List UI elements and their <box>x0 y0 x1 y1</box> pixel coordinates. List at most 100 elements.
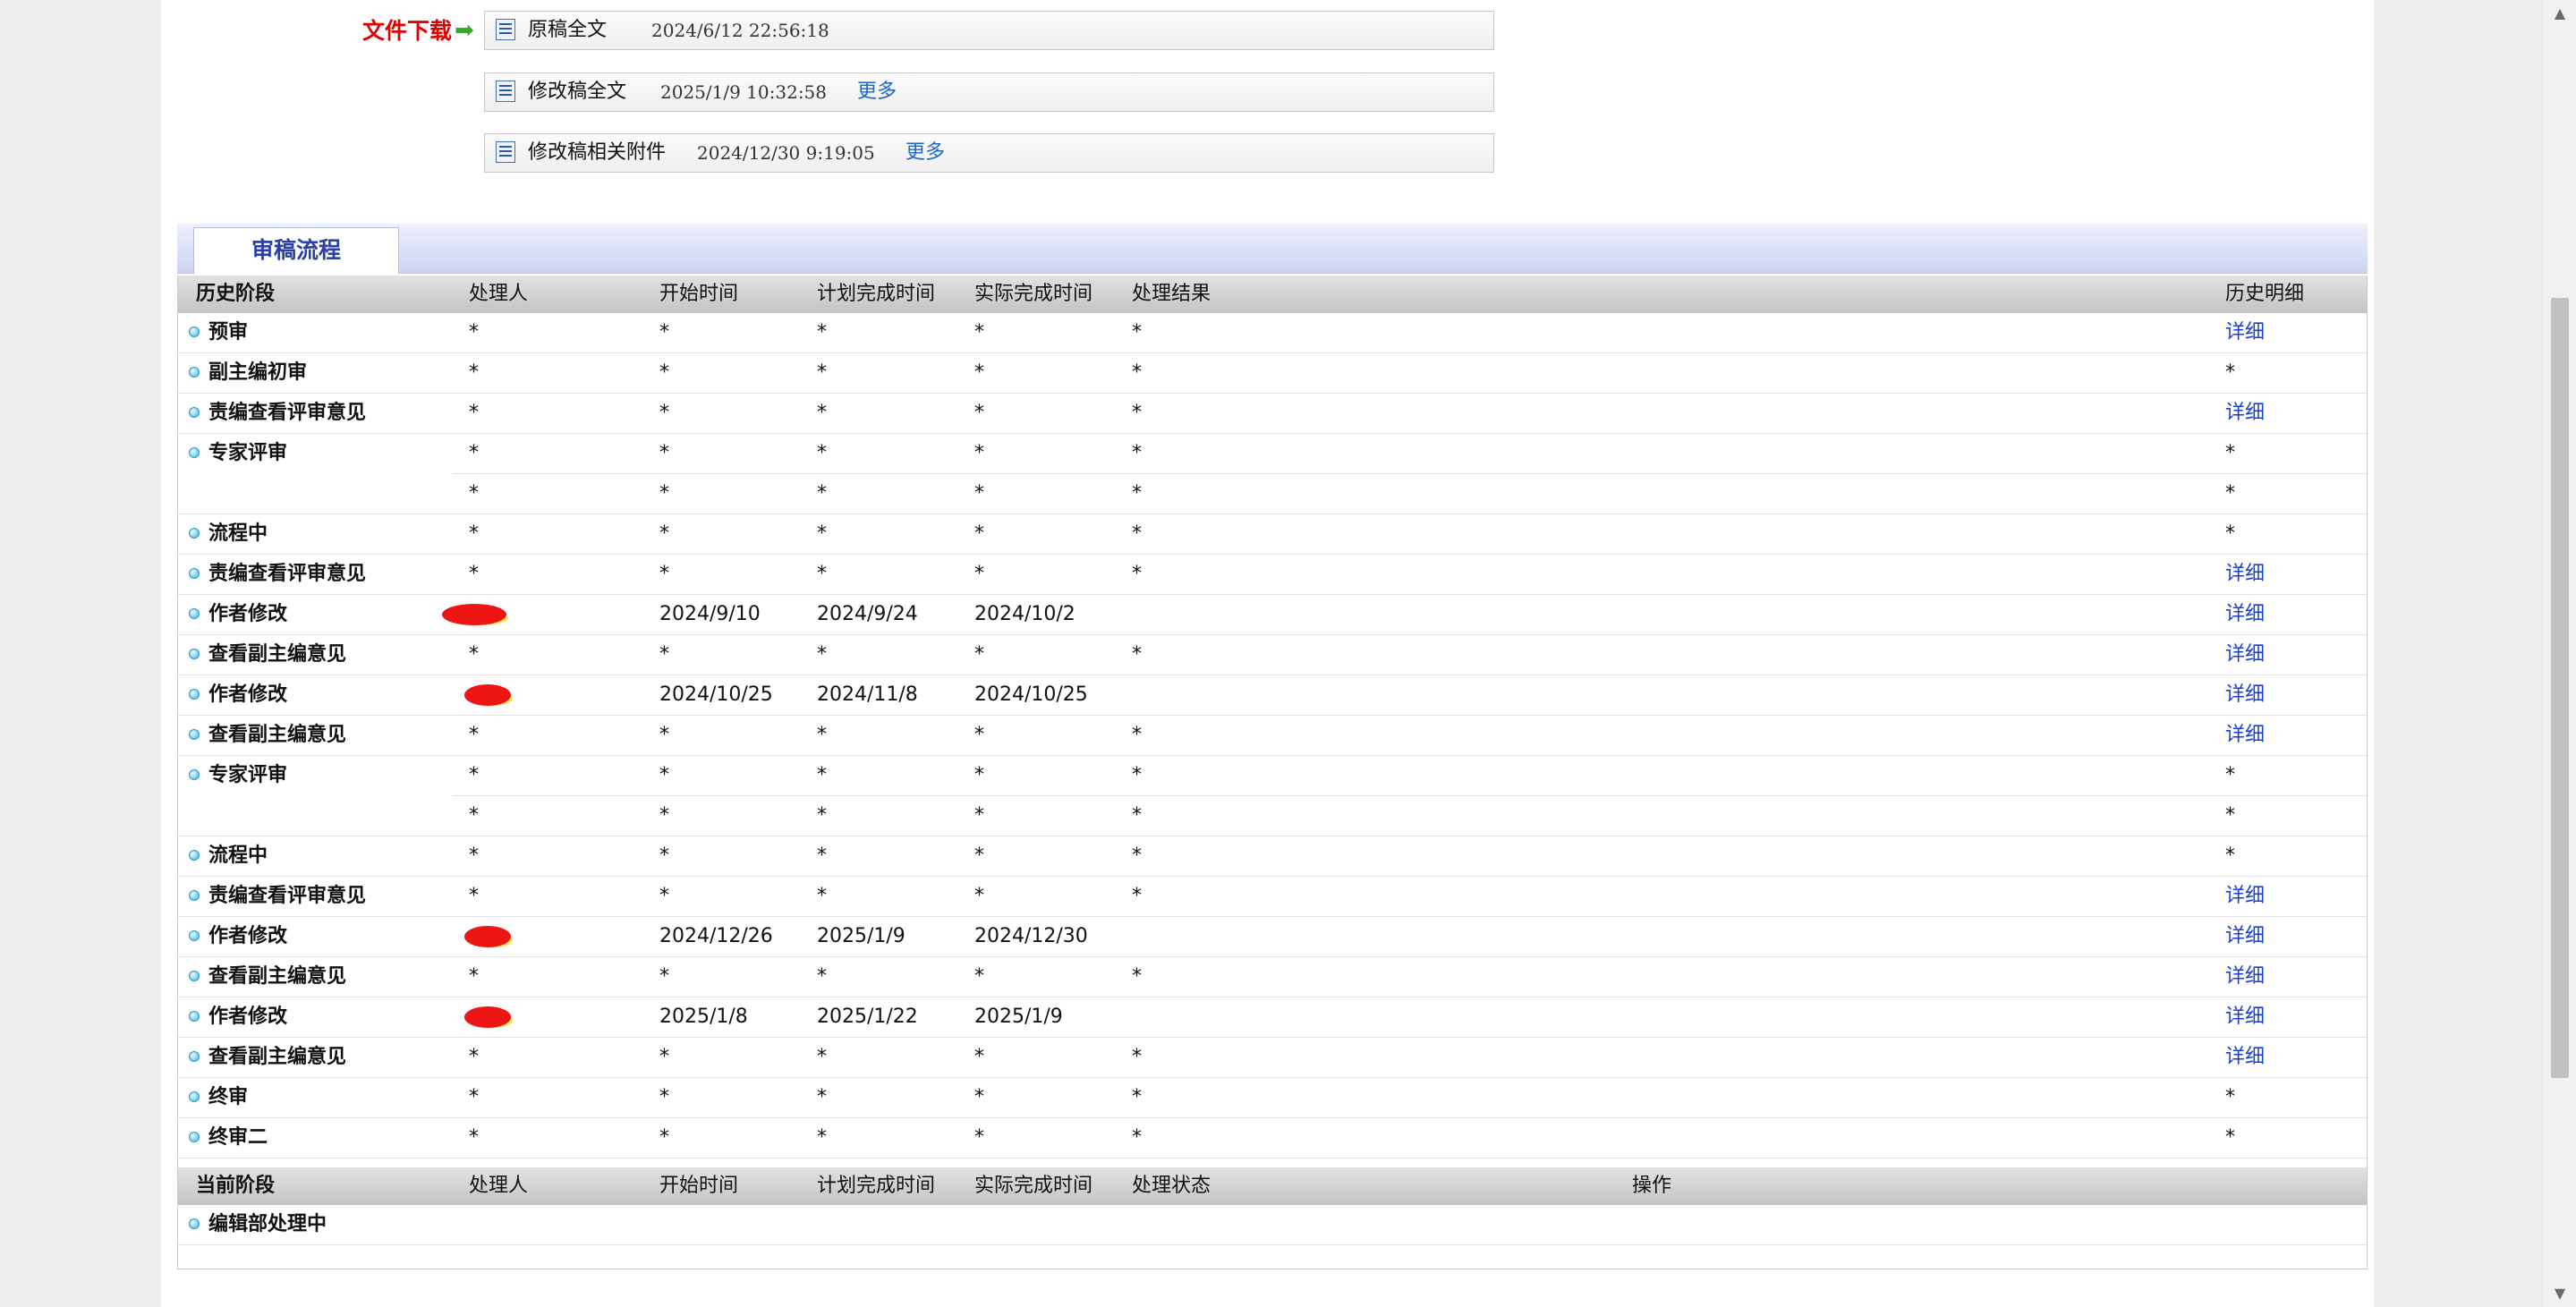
start-time-cell: * <box>659 804 669 827</box>
actual-time-cell: * <box>974 965 984 988</box>
redacted-handler-mark <box>442 604 506 625</box>
result-cell: * <box>1132 724 1142 746</box>
scroll-up-icon[interactable]: ▲ <box>2544 0 2576 27</box>
table-row: 专家评审 * * * * * * <box>178 434 2367 474</box>
stage-name: 作者修改 <box>189 595 287 634</box>
file-name-link[interactable]: 原稿全文 <box>528 12 607 49</box>
plan-time-cell: * <box>817 643 827 666</box>
stage-name: 副主编初审 <box>189 353 307 393</box>
handler-cell: * <box>469 1126 479 1149</box>
result-cell: * <box>1132 885 1142 907</box>
stage-name: 作者修改 <box>189 675 287 715</box>
actual-time-cell: * <box>974 361 984 384</box>
plan-time-cell: * <box>817 321 827 344</box>
actual-time-cell: 2024/12/30 <box>974 925 1088 947</box>
start-time-cell: * <box>659 885 669 907</box>
result-cell: * <box>1132 804 1142 827</box>
table-row: 责编查看评审意见 * * * * * 详细 <box>178 877 2367 917</box>
file-download-label: 文件下载 <box>362 18 453 44</box>
bullet-icon <box>189 1218 200 1229</box>
stage-label: 查看副主编意见 <box>208 1046 347 1068</box>
actual-time-cell: * <box>974 1126 984 1149</box>
detail-cell: * <box>2225 1086 2235 1108</box>
table-row: 作者修改 2024/12/26 2025/1/9 2024/12/30 详细 <box>178 917 2367 957</box>
detail-link[interactable]: 详细 <box>2225 635 2265 675</box>
detail-link[interactable]: 详细 <box>2225 555 2265 594</box>
col-header-plan: 计划完成时间 <box>817 283 936 305</box>
table-row: 终审二 * * * * * * <box>178 1118 2367 1158</box>
stage-label: 责编查看评审意见 <box>208 402 367 424</box>
plan-time-cell: * <box>817 1126 827 1149</box>
start-time-cell: * <box>659 764 669 786</box>
more-link[interactable]: 更多 <box>857 73 897 111</box>
handler-cell: * <box>469 442 479 464</box>
table-row: 副主编初审 * * * * * * <box>178 353 2367 394</box>
table-row: 查看副主编意见 * * * * * 详细 <box>178 716 2367 756</box>
stage-name: 专家评审 <box>189 434 287 473</box>
bullet-icon <box>189 929 200 941</box>
handler-cell: * <box>469 1086 479 1108</box>
detail-link[interactable]: 详细 <box>2225 1038 2265 1077</box>
vertical-scrollbar[interactable]: ▲ ▼ <box>2544 0 2576 1307</box>
result-cell: * <box>1132 844 1142 867</box>
col-header-actual: 实际完成时间 <box>974 283 1093 305</box>
stage-label: 终审二 <box>208 1126 268 1149</box>
result-cell: * <box>1132 1126 1142 1149</box>
plan-time-cell: * <box>817 724 827 746</box>
plan-time-cell: 2025/1/9 <box>817 925 905 947</box>
detail-link[interactable]: 详细 <box>2225 957 2265 997</box>
green-arrow-icon: ➡ <box>455 17 474 44</box>
detail-link[interactable]: 详细 <box>2225 917 2265 956</box>
result-cell: * <box>1132 643 1142 666</box>
scrollbar-thumb[interactable] <box>2551 298 2569 1078</box>
more-link[interactable]: 更多 <box>905 134 945 172</box>
table-row: 责编查看评审意见 * * * * * 详细 <box>178 394 2367 434</box>
table-row: 责编查看评审意见 * * * * * 详细 <box>178 555 2367 595</box>
tab-review-process[interactable]: 审稿流程 <box>193 227 399 274</box>
bullet-icon <box>189 406 200 418</box>
handler-cell: * <box>469 563 479 585</box>
detail-link[interactable]: 详细 <box>2225 716 2265 755</box>
detail-link[interactable]: 详细 <box>2225 313 2265 352</box>
start-time-cell: * <box>659 724 669 746</box>
start-time-cell: * <box>659 1086 669 1108</box>
file-name-link[interactable]: 修改稿全文 <box>528 73 626 111</box>
handler-cell: * <box>469 522 479 545</box>
result-cell: * <box>1132 1046 1142 1068</box>
plan-time-cell: 2025/1/22 <box>817 1006 918 1028</box>
actual-time-cell: * <box>974 643 984 666</box>
actual-time-cell: * <box>974 563 984 585</box>
start-time-cell: 2024/10/25 <box>659 683 773 706</box>
redacted-handler-mark <box>464 926 511 947</box>
start-time-cell: 2024/12/26 <box>659 925 773 947</box>
detail-link[interactable]: 详细 <box>2225 394 2265 433</box>
history-header-row: 历史阶段 处理人 开始时间 计划完成时间 实际完成时间 处理结果 历史明细 <box>178 276 2367 313</box>
stage-name: 编辑部处理中 <box>189 1205 327 1244</box>
stage-label: 作者修改 <box>208 683 288 706</box>
bullet-icon <box>189 768 200 780</box>
file-time: 2024/6/12 22:56:18 <box>651 20 829 41</box>
col-header-handler: 处理人 <box>469 1175 529 1197</box>
actual-time-cell: 2025/1/9 <box>974 1006 1063 1028</box>
handler-cell: * <box>469 844 479 867</box>
bullet-icon <box>189 728 200 740</box>
start-time-cell: * <box>659 522 669 545</box>
current-header-row: 当前阶段 处理人 开始时间 计划完成时间 实际完成时间 处理状态 操作 <box>178 1167 2367 1205</box>
detail-link[interactable]: 详细 <box>2225 997 2265 1037</box>
file-name-link[interactable]: 修改稿相关附件 <box>528 134 666 172</box>
actual-time-cell: * <box>974 522 984 545</box>
detail-link[interactable]: 详细 <box>2225 877 2265 916</box>
detail-link[interactable]: 详细 <box>2225 595 2265 634</box>
col-header-status: 处理状态 <box>1132 1175 1211 1197</box>
plan-time-cell: * <box>817 764 827 786</box>
bullet-icon <box>189 849 200 861</box>
scroll-down-icon[interactable]: ▼ <box>2544 1280 2576 1307</box>
table-row: 流程中 * * * * * * <box>178 836 2367 877</box>
detail-link[interactable]: 详细 <box>2225 675 2265 715</box>
plan-time-cell: * <box>817 885 827 907</box>
col-header-operation: 操作 <box>1632 1175 1672 1197</box>
file-item-attachments: 修改稿相关附件 2024/12/30 9:19:05 更多 <box>484 133 1494 173</box>
col-header-result: 处理结果 <box>1132 283 1211 305</box>
start-time-cell: * <box>659 1126 669 1149</box>
result-cell: * <box>1132 1086 1142 1108</box>
